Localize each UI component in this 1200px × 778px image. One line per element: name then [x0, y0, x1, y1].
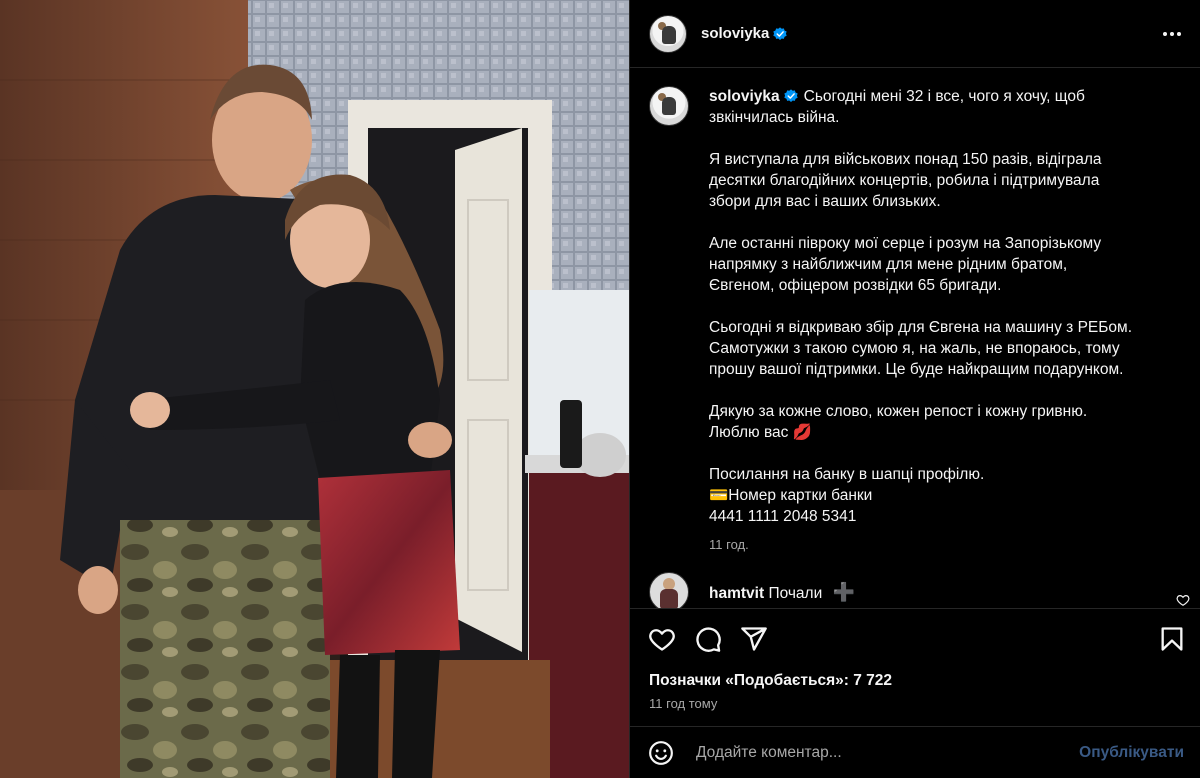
verified-badge-icon — [773, 26, 788, 40]
speech-bubble-icon[interactable] — [694, 625, 722, 653]
smiley-icon[interactable] — [648, 740, 674, 766]
publish-button[interactable]: Опублікувати — [1079, 744, 1184, 762]
bookmark-icon[interactable] — [1158, 625, 1186, 653]
comments-list[interactable]: soloviyka Сьогодні мені 32 і все, чого я … — [630, 68, 1200, 608]
add-comment-bar: Опублікувати — [630, 726, 1200, 778]
heart-outline-icon[interactable] — [648, 625, 676, 653]
comment-avatar[interactable] — [649, 572, 689, 608]
caption-text: soloviyka Сьогодні мені 32 і все, чого я … — [709, 86, 1149, 527]
avatar[interactable] — [649, 14, 687, 53]
post-detail-panel: soloviyka soloviyka Сьогодні мені 32 і в… — [629, 0, 1200, 778]
comment-text: Почали — [768, 584, 823, 602]
post-timestamp[interactable]: 11 год тому — [649, 696, 717, 711]
post-image — [0, 0, 629, 778]
post-header: soloviyka — [630, 0, 1200, 68]
caption-timestamp[interactable]: 11 год. — [709, 537, 1149, 552]
caption-avatar[interactable] — [649, 86, 689, 126]
likes-count[interactable]: Позначки «Подобається»: 7 722 — [649, 672, 892, 690]
verified-badge-icon — [784, 89, 798, 102]
action-bar — [630, 608, 1200, 668]
post-photo — [0, 0, 629, 778]
more-options-button[interactable] — [1160, 22, 1184, 46]
more-horizontal-icon — [1163, 31, 1181, 36]
header-username[interactable]: soloviyka — [701, 25, 769, 42]
comment-input[interactable] — [694, 742, 1080, 763]
comment-username[interactable]: hamtvit — [709, 585, 764, 602]
caption-username[interactable]: soloviyka — [709, 88, 780, 105]
caption-body-text: Сьогодні мені 32 і все, чого я хочу, щоб… — [709, 88, 1133, 525]
plus-emoji: ➕ — [832, 581, 855, 602]
comment-item: hamtvit Почали ➕ — [630, 552, 1200, 608]
comment-like-icon[interactable] — [1176, 593, 1190, 607]
paper-plane-icon[interactable] — [740, 625, 768, 653]
caption: soloviyka Сьогодні мені 32 і все, чого я … — [630, 68, 1200, 552]
